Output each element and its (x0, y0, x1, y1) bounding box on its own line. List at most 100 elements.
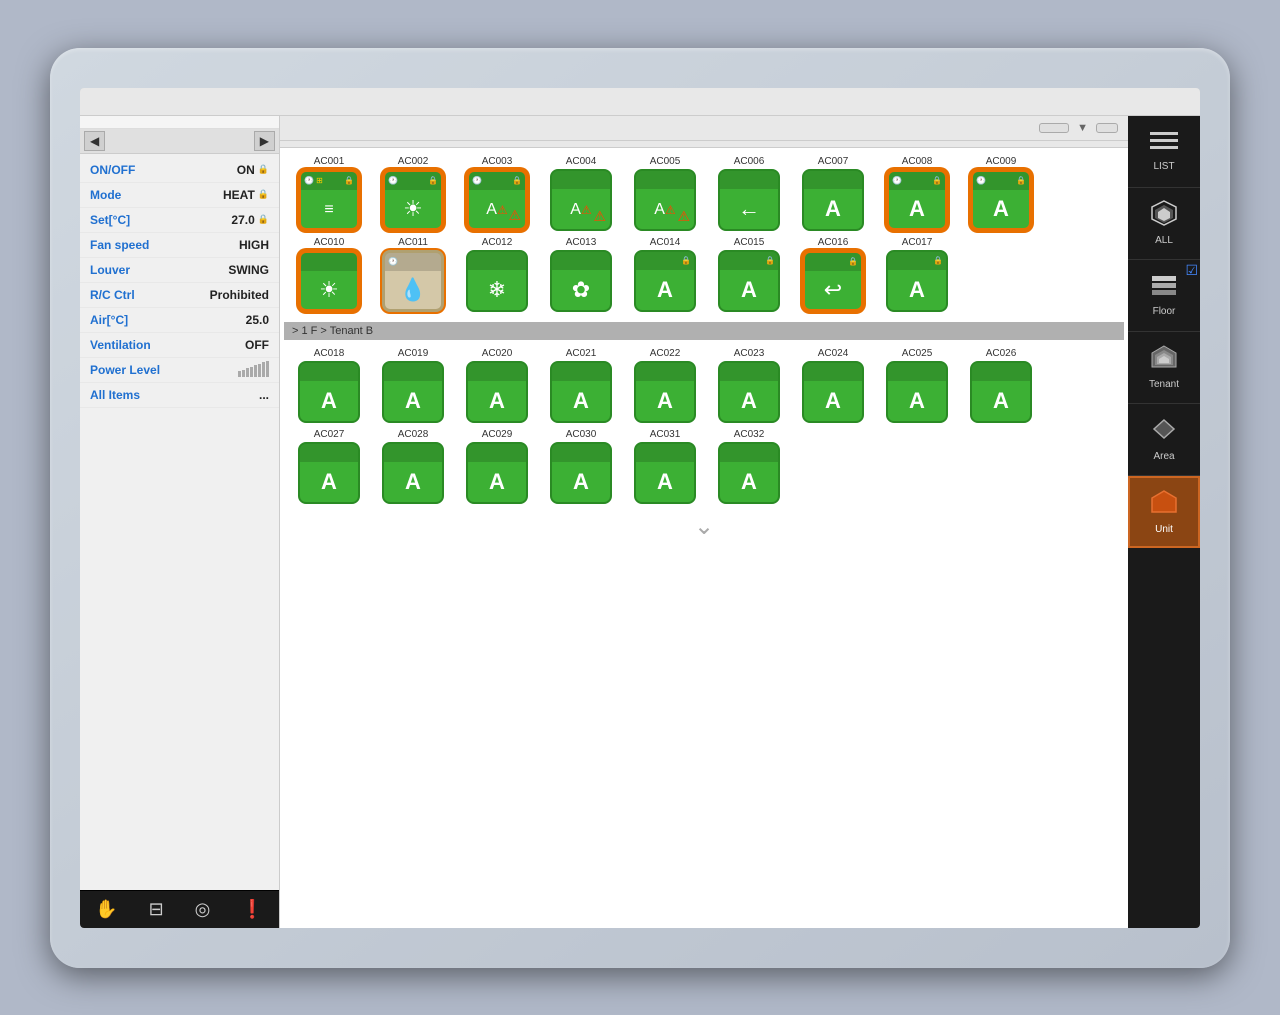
unit-icon[interactable]: 🕐💧 (382, 250, 444, 312)
prop-row-ventilation[interactable]: VentilationOFF (80, 333, 279, 358)
unit-icon-top: 🔒 (888, 252, 946, 270)
prop-row-louver[interactable]: LouverSWING (80, 258, 279, 283)
unit-icon[interactable]: A (466, 442, 528, 504)
prop-row-airc[interactable]: Air[°C]25.0 (80, 308, 279, 333)
unit-icon[interactable]: A (718, 361, 780, 423)
unit-symbol-icon: 💧 (399, 277, 426, 303)
scroll-down-button[interactable]: ⌄ (284, 508, 1124, 545)
unit-card-ac004[interactable]: AC004A⚠⚠ (542, 156, 620, 231)
prop-row-onoff[interactable]: ON/OFFON🔒 (80, 158, 279, 183)
unit-icon[interactable]: A⚠⚠ (550, 169, 612, 231)
unit-card-ac024[interactable]: AC024A (794, 348, 872, 423)
unit-card-ac032[interactable]: AC032A (710, 429, 788, 504)
unit-card-ac009[interactable]: AC009🕐🔒A (962, 156, 1040, 231)
unit-icon[interactable]: 🔒↩ (802, 250, 864, 312)
unit-icon[interactable]: 🕐🔒A (970, 169, 1032, 231)
prop-row-rcctrl[interactable]: R/C CtrlProhibited (80, 283, 279, 308)
unit-icon[interactable]: A (466, 361, 528, 423)
unit-icon[interactable]: A (382, 442, 444, 504)
nav-btn-list[interactable]: LIST (1128, 116, 1200, 188)
unit-icon[interactable]: A (802, 169, 864, 231)
unit-icon[interactable]: A (382, 361, 444, 423)
unit-filter-button[interactable] (1039, 123, 1069, 133)
unit-icon[interactable]: 🔒A (634, 250, 696, 312)
hand-tool[interactable]: ✋ (87, 897, 125, 922)
unit-icon[interactable]: ← (718, 169, 780, 231)
unit-card-ac011[interactable]: AC011🕐💧 (374, 237, 452, 312)
unit-icon[interactable]: ❄ (466, 250, 528, 312)
unit-card-ac029[interactable]: AC029A (458, 429, 536, 504)
unit-icon[interactable]: A (298, 442, 360, 504)
unit-card-ac017[interactable]: AC017🔒A (878, 237, 956, 312)
unit-card-ac026[interactable]: AC026A (962, 348, 1040, 423)
unit-icon[interactable]: A (550, 361, 612, 423)
units-scroll-area[interactable]: AC001🕐 ⊞🔒≡AC002🕐🔒☀AC003🕐🔒A⚠⚠AC004A⚠⚠AC00… (280, 148, 1128, 928)
unit-card-ac006[interactable]: AC006← (710, 156, 788, 231)
unit-card-ac023[interactable]: AC023A (710, 348, 788, 423)
unit-icon[interactable]: A (298, 361, 360, 423)
unit-card-ac028[interactable]: AC028A (374, 429, 452, 504)
unit-card-ac007[interactable]: AC007A (794, 156, 872, 231)
all-nav-label: ALL (1155, 235, 1173, 246)
unit-card-ac031[interactable]: AC031A (626, 429, 704, 504)
grid-tool[interactable]: ⊟ (141, 897, 172, 922)
unit-icon[interactable]: A (634, 361, 696, 423)
unit-next-button[interactable]: ▶ (254, 131, 275, 151)
unit-icon[interactable]: A (718, 442, 780, 504)
nav-btn-area[interactable]: Area (1128, 404, 1200, 476)
unit-card-ac015[interactable]: AC015🔒A (710, 237, 788, 312)
lock-icon: 🔒 (848, 257, 858, 266)
unit-icon[interactable]: 🕐🔒A (886, 169, 948, 231)
unit-icon[interactable]: ✿ (550, 250, 612, 312)
all-unit-button[interactable] (1096, 123, 1118, 133)
unit-card-ac021[interactable]: AC021A (542, 348, 620, 423)
unit-icon[interactable]: A (802, 361, 864, 423)
unit-symbol-icon: A (321, 469, 337, 495)
prop-row-setc[interactable]: Set[°C]27.0🔒 (80, 208, 279, 233)
unit-icon[interactable]: A (550, 442, 612, 504)
unit-icon[interactable]: A⚠⚠ (634, 169, 696, 231)
unit-symbol-icon: ✿ (572, 277, 590, 303)
prop-row-fanspeed[interactable]: Fan speedHIGH (80, 233, 279, 258)
unit-card-ac003[interactable]: AC003🕐🔒A⚠⚠ (458, 156, 536, 231)
unit-card-ac001[interactable]: AC001🕐 ⊞🔒≡ (290, 156, 368, 231)
unit-icon[interactable]: 🕐 ⊞🔒≡ (298, 169, 360, 231)
prop-row-mode[interactable]: ModeHEAT🔒 (80, 183, 279, 208)
unit-card-ac025[interactable]: AC025A (878, 348, 956, 423)
unit-card-ac010[interactable]: AC010 ☀ (290, 237, 368, 312)
unit-symbol-icon: A⚠ (654, 197, 675, 220)
exclaim-tool[interactable]: ❗ (233, 897, 271, 922)
unit-card-ac013[interactable]: AC013✿ (542, 237, 620, 312)
prop-row-powerlevel[interactable]: Power Level (80, 358, 279, 383)
unit-card-ac008[interactable]: AC008🕐🔒A (878, 156, 956, 231)
nav-btn-unit[interactable]: Unit (1128, 476, 1200, 548)
prop-value: 27.0🔒 (231, 213, 269, 227)
unit-icon[interactable]: 🔒A (886, 250, 948, 312)
unit-icon[interactable]: A (886, 361, 948, 423)
unit-card-ac027[interactable]: AC027A (290, 429, 368, 504)
unit-prev-button[interactable]: ◀ (84, 131, 105, 151)
unit-card-ac014[interactable]: AC014🔒A (626, 237, 704, 312)
unit-card-ac022[interactable]: AC022A (626, 348, 704, 423)
nav-btn-all[interactable]: ALL (1128, 188, 1200, 260)
circle-tool[interactable]: ◎ (187, 897, 219, 922)
nav-btn-tenant[interactable]: Tenant (1128, 332, 1200, 404)
unit-card-ac012[interactable]: AC012❄ (458, 237, 536, 312)
unit-card-ac016[interactable]: AC016🔒↩ (794, 237, 872, 312)
unit-card-label: AC010 (314, 237, 345, 248)
unit-card-ac005[interactable]: AC005A⚠⚠ (626, 156, 704, 231)
unit-card-ac002[interactable]: AC002🕐🔒☀ (374, 156, 452, 231)
unit-symbol-icon: A (657, 469, 673, 495)
unit-card-ac019[interactable]: AC019A (374, 348, 452, 423)
unit-icon[interactable]: 🕐🔒A⚠⚠ (466, 169, 528, 231)
unit-icon[interactable]: 🕐🔒☀ (382, 169, 444, 231)
unit-card-ac018[interactable]: AC018A (290, 348, 368, 423)
unit-card-ac030[interactable]: AC030A (542, 429, 620, 504)
nav-btn-floor[interactable]: ☑ Floor (1128, 260, 1200, 332)
unit-card-ac020[interactable]: AC020A (458, 348, 536, 423)
unit-icon[interactable]: A (634, 442, 696, 504)
unit-icon[interactable]: 🔒A (718, 250, 780, 312)
unit-icon[interactable]: A (970, 361, 1032, 423)
unit-icon[interactable]: ☀ (298, 250, 360, 312)
prop-row-allitems[interactable]: All Items... (80, 383, 279, 408)
